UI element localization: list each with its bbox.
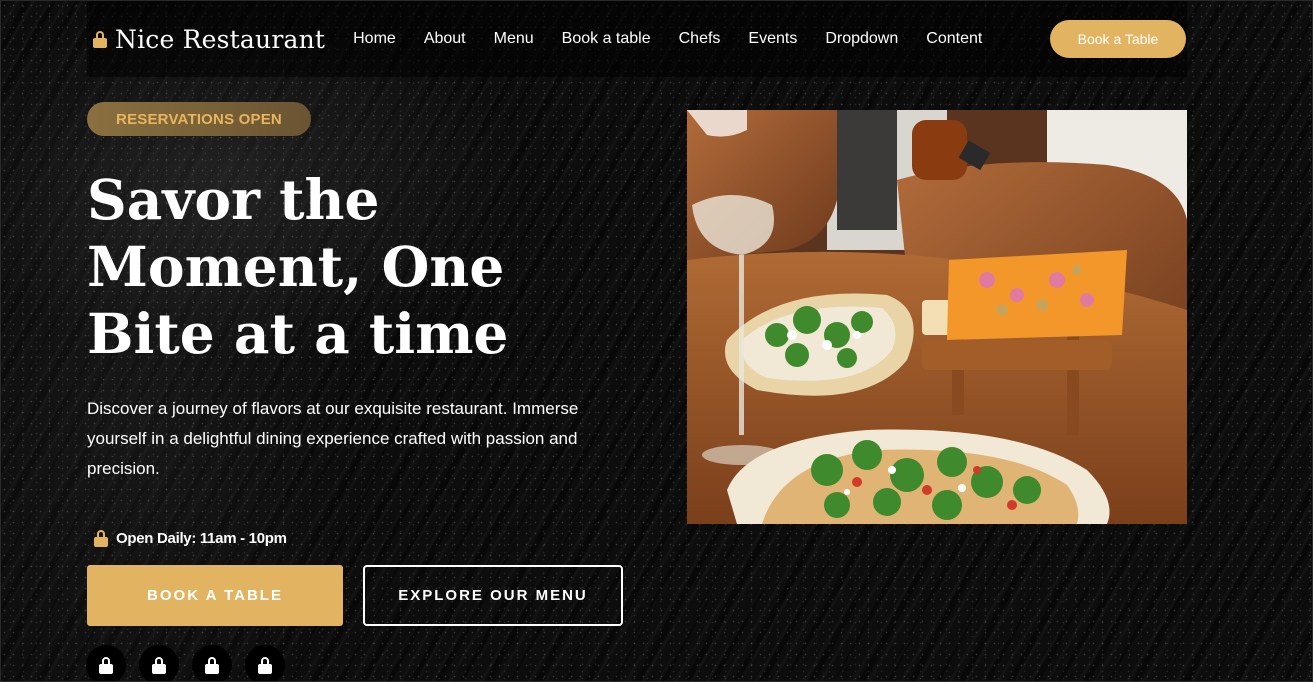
reservations-badge: RESERVATIONS OPEN xyxy=(87,102,311,136)
lock-icon xyxy=(93,30,107,48)
explore-menu-button[interactable]: EXPLORE OUR MENU xyxy=(363,565,623,626)
book-table-button[interactable]: BOOK A TABLE xyxy=(87,565,343,626)
lock-icon xyxy=(258,656,272,674)
social-link-4[interactable] xyxy=(245,645,285,682)
lock-icon xyxy=(152,656,166,674)
nav-home[interactable]: Home xyxy=(353,30,396,48)
nav-dropdown[interactable]: Dropdown xyxy=(825,30,898,48)
site-header: Nice Restaurant Home About Menu Book a t… xyxy=(87,1,1187,77)
opening-hours: Open Daily: 11am - 10pm xyxy=(94,530,287,547)
lock-icon xyxy=(205,656,219,674)
social-link-2[interactable] xyxy=(139,645,179,682)
hero-description: Discover a journey of flavors at our exq… xyxy=(87,399,579,478)
lock-icon xyxy=(99,656,113,674)
nav-menu[interactable]: Menu xyxy=(494,30,534,48)
header-book-table-button[interactable]: Book a Table xyxy=(1050,20,1186,58)
nav-book-a-table[interactable]: Book a table xyxy=(562,30,651,48)
main-nav: Home About Menu Book a table Chefs Event… xyxy=(353,30,1010,48)
opening-hours-label: Open Daily: 11am - 10pm xyxy=(116,530,287,547)
social-link-3[interactable] xyxy=(192,645,232,682)
social-links xyxy=(86,645,298,682)
social-link-1[interactable] xyxy=(86,645,126,682)
hero-headline: Savor the Moment, One Bite at a time xyxy=(87,167,509,366)
nav-chefs[interactable]: Chefs xyxy=(679,30,721,48)
nav-events[interactable]: Events xyxy=(748,30,797,48)
hero-food-image xyxy=(687,110,1187,524)
nav-content[interactable]: Content xyxy=(926,30,982,48)
brand-name: Nice Restaurant xyxy=(115,24,326,54)
nav-about[interactable]: About xyxy=(424,30,466,48)
lock-icon xyxy=(94,530,108,547)
brand-logo[interactable]: Nice Restaurant xyxy=(93,25,325,54)
